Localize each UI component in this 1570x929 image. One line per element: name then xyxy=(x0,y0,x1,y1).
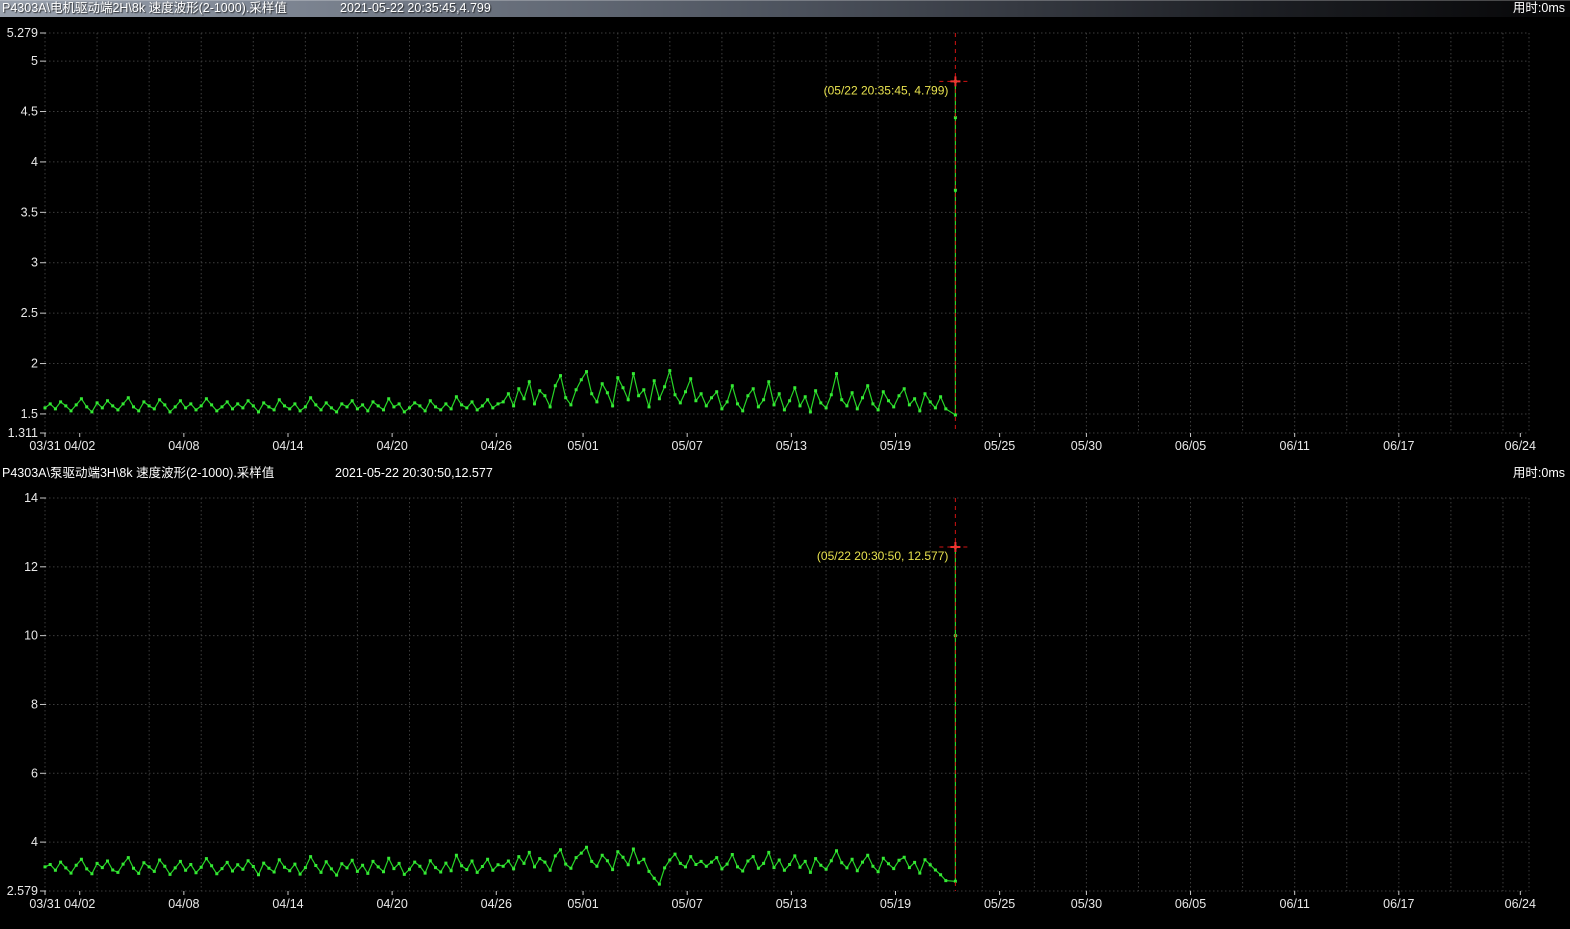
x-tick-label: 04/14 xyxy=(272,897,303,911)
x-tick-label: 05/07 xyxy=(672,439,703,453)
x-tick-label: 06/11 xyxy=(1280,439,1310,453)
x-tick-label: 05/30 xyxy=(1071,897,1102,911)
y-tick-label: 1.311 xyxy=(8,426,38,440)
x-tick-label: 04/26 xyxy=(481,897,512,911)
x-tick-label: 03/31 xyxy=(29,439,60,453)
x-tick-label: 06/11 xyxy=(1280,897,1310,911)
y-tick-label: 8 xyxy=(31,697,38,711)
y-tick-label: 2.579 xyxy=(7,884,38,898)
x-tick-label: 06/17 xyxy=(1383,897,1414,911)
y-tick-label: 4 xyxy=(31,155,38,169)
cursor-cross-marker xyxy=(950,76,960,86)
x-tick-label: 05/25 xyxy=(984,897,1015,911)
elapsed-time-label: 用时:0ms xyxy=(1513,0,1565,17)
cursor-readout: 2021-05-22 20:35:45,4.799 xyxy=(340,0,491,17)
chart-title: P4303A\电机驱动端2H\8k 速度波形(2-1000).采样值 xyxy=(2,0,287,17)
x-tick-label: 05/01 xyxy=(567,439,598,453)
x-tick-label: 04/08 xyxy=(168,897,199,911)
data-point-markers xyxy=(44,80,957,417)
x-tick-label: 04/20 xyxy=(376,897,407,911)
x-tick-label: 05/13 xyxy=(776,439,807,453)
x-tick-label: 04/02 xyxy=(64,897,95,911)
cursor-annotation: (05/22 20:30:50, 12.577) xyxy=(817,549,948,563)
y-tick-label: 1.5 xyxy=(21,407,38,421)
y-tick-label: 12 xyxy=(24,560,38,574)
chart-header-1: P4303A\电机驱动端2H\8k 速度波形(2-1000).采样值 2021-… xyxy=(0,0,1570,17)
y-tick-label: 10 xyxy=(24,629,38,643)
x-tick-label: 05/30 xyxy=(1071,439,1102,453)
y-tick-label: 4 xyxy=(31,835,38,849)
data-trace xyxy=(45,547,955,884)
y-tick-label: 4.5 xyxy=(21,105,38,119)
x-tick-label: 04/26 xyxy=(481,439,512,453)
cursor-annotation: (05/22 20:35:45, 4.799) xyxy=(824,83,949,97)
x-tick-label: 05/01 xyxy=(567,897,598,911)
x-tick-label: 04/02 xyxy=(64,439,95,453)
x-tick-label: 05/19 xyxy=(880,439,911,453)
y-tick-label: 5 xyxy=(31,54,38,68)
x-tick-label: 03/31 xyxy=(29,897,60,911)
y-tick-label: 5.279 xyxy=(7,26,38,40)
trend-panel-motor-drive-end: P4303A\电机驱动端2H\8k 速度波形(2-1000).采样值 2021-… xyxy=(0,0,1570,464)
y-tick-label: 6 xyxy=(31,766,38,780)
y-tick-label: 2 xyxy=(31,357,38,371)
y-tick-label: 3 xyxy=(31,256,38,270)
chart-title: P4303A\泵驱动端3H\8k 速度波形(2-1000).采样值 xyxy=(2,464,274,482)
x-tick-label: 05/19 xyxy=(880,897,911,911)
x-tick-label: 06/24 xyxy=(1505,439,1536,453)
elapsed-time-label: 用时:0ms xyxy=(1513,464,1565,482)
x-tick-label: 05/07 xyxy=(672,897,703,911)
y-tick-label: 3.5 xyxy=(21,205,38,219)
cursor-cross-marker xyxy=(950,542,960,552)
x-tick-label: 06/24 xyxy=(1505,897,1536,911)
y-tick-label: 14 xyxy=(24,491,38,505)
x-tick-label: 06/17 xyxy=(1383,439,1414,453)
x-tick-label: 04/14 xyxy=(272,439,303,453)
data-point-markers xyxy=(44,546,957,886)
cursor-readout: 2021-05-22 20:30:50,12.577 xyxy=(335,464,493,482)
data-trace xyxy=(45,81,955,415)
y-tick-label: 2.5 xyxy=(21,306,38,320)
x-tick-label: 05/13 xyxy=(776,897,807,911)
x-tick-label: 06/05 xyxy=(1175,897,1206,911)
x-tick-label: 05/25 xyxy=(984,439,1015,453)
x-tick-label: 04/08 xyxy=(168,439,199,453)
chart-header-2: P4303A\泵驱动端3H\8k 速度波形(2-1000).采样值 2021-0… xyxy=(0,464,1570,482)
trend-plot-1[interactable]: 5.279 5 4.5 4 3.5 3 2.5 2 1.5 1.31103/31 04/02 04/0… xyxy=(0,17,1570,464)
trend-plot-2[interactable]: 14 12 10 8 6 4 2.57903/31 04/02 04/08 04/14 04/20 0… xyxy=(0,482,1570,929)
x-tick-label: 04/20 xyxy=(376,439,407,453)
trend-panel-pump-drive-end: P4303A\泵驱动端3H\8k 速度波形(2-1000).采样值 2021-0… xyxy=(0,464,1570,929)
x-tick-label: 06/05 xyxy=(1175,439,1206,453)
